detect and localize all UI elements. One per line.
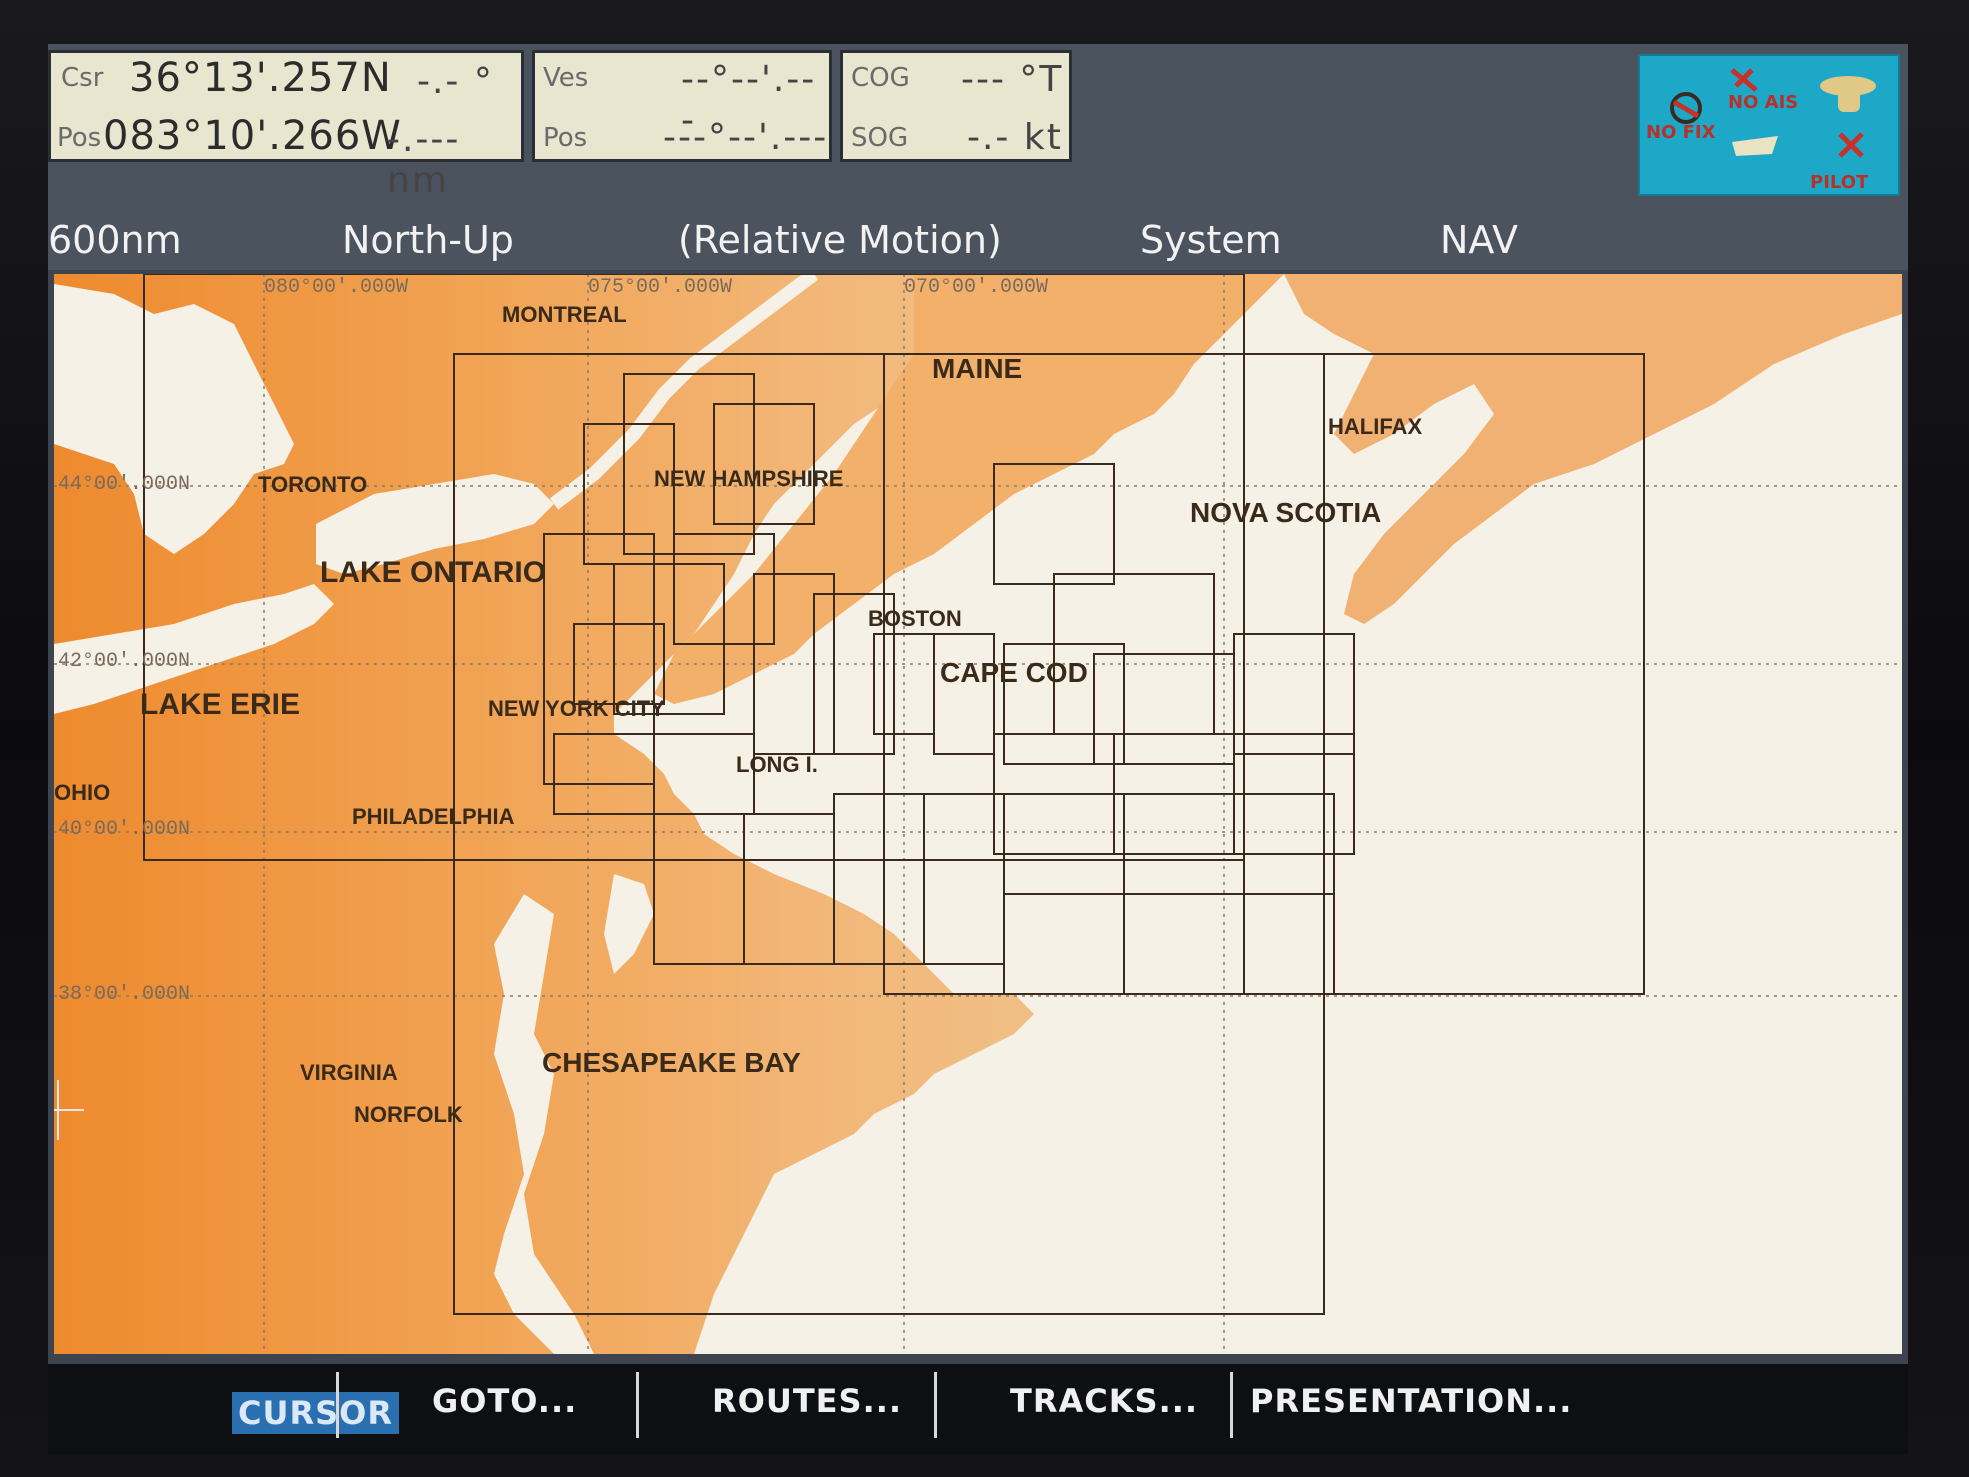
place-new-york-city: NEW YORK CITY bbox=[488, 696, 665, 721]
place-nova-scotia: NOVA SCOTIA bbox=[1190, 497, 1381, 528]
cursor-label: Csr bbox=[61, 63, 104, 93]
boat-icon bbox=[1732, 136, 1778, 156]
cursor-softkey[interactable]: CURSOR bbox=[232, 1392, 399, 1434]
lat-label-42n: 42°00'.000N bbox=[58, 650, 190, 673]
autopilot-icon bbox=[1820, 76, 1876, 112]
place-chesapeake-bay: CHESAPEAKE BAY bbox=[542, 1047, 801, 1078]
cursor-pos-label: Pos bbox=[57, 123, 102, 153]
place-long-island: LONG I. bbox=[736, 752, 818, 777]
routes-softkey[interactable]: ROUTES... bbox=[712, 1382, 902, 1420]
place-maine: MAINE bbox=[932, 353, 1022, 384]
place-new-hampshire: NEW HAMPSHIRE bbox=[654, 466, 843, 491]
place-halifax: HALIFAX bbox=[1328, 414, 1422, 439]
softkey-divider bbox=[336, 1372, 339, 1438]
pilot-label: PILOT bbox=[1810, 172, 1869, 193]
status-panel: NO FIX NO AIS PILOT bbox=[1638, 54, 1900, 196]
cursor-bearing: -.- ° bbox=[417, 61, 494, 102]
cursor-range: -.--- nm bbox=[387, 119, 461, 201]
place-philadelphia: PHILADELPHIA bbox=[352, 804, 515, 829]
place-virginia: VIRGINIA bbox=[300, 1060, 398, 1085]
lon-label-70w: 070°00'.000W bbox=[904, 276, 1048, 299]
cursor-latitude: 36°13'.257N bbox=[129, 55, 392, 101]
softkey-divider bbox=[934, 1372, 937, 1438]
place-boston: BOSTON bbox=[868, 606, 962, 631]
lat-label-44n: 44°00'.000N bbox=[58, 473, 190, 496]
place-norfolk: NORFOLK bbox=[354, 1102, 463, 1127]
chart-status-bar: 600nm North-Up (Relative Motion) System … bbox=[48, 214, 1908, 270]
pilot-off-icon bbox=[1838, 132, 1864, 158]
cursor-longitude: 083°10'.266W bbox=[103, 113, 402, 159]
orientation-indicator[interactable]: North-Up bbox=[342, 218, 514, 262]
range-indicator[interactable]: 600nm bbox=[48, 218, 182, 262]
cog-value: --- °T bbox=[961, 59, 1064, 100]
place-cape-cod: CAPE COD bbox=[940, 657, 1088, 688]
data-header: Csr 36°13'.257N -.- ° Pos 083°10'.266W -… bbox=[48, 44, 1908, 214]
softkey-divider bbox=[1230, 1372, 1233, 1438]
place-toronto: TORONTO bbox=[258, 472, 367, 497]
place-lake-erie: LAKE ERIE bbox=[140, 688, 300, 721]
chartplotter-screen: Csr 36°13'.257N -.- ° Pos 083°10'.266W -… bbox=[48, 44, 1908, 1364]
lat-label-38n: 38°00'.000N bbox=[58, 983, 190, 1006]
cursor-position-box: Csr 36°13'.257N -.- ° Pos 083°10'.266W -… bbox=[48, 50, 524, 201]
presentation-softkey[interactable]: PRESENTATION... bbox=[1250, 1382, 1572, 1420]
cog-label: COG bbox=[851, 63, 910, 93]
motion-mode-indicator[interactable]: (Relative Motion) bbox=[678, 218, 1002, 262]
nav-mode-indicator: NAV bbox=[1440, 218, 1518, 262]
goto-softkey[interactable]: GOTO... bbox=[432, 1382, 577, 1420]
ais-icon bbox=[1730, 68, 1758, 92]
vessel-position-box: Ves --°--'.--- Pos ---°--'.--- bbox=[532, 50, 832, 162]
sog-value: -.- kt bbox=[967, 117, 1063, 158]
place-ohio: OHIO bbox=[54, 780, 110, 805]
tracks-softkey[interactable]: TRACKS... bbox=[1010, 1382, 1198, 1420]
place-montreal: MONTREAL bbox=[502, 302, 627, 327]
softkey-bar: CURSOR GOTO... ROUTES... TRACKS... PRESE… bbox=[48, 1364, 1908, 1454]
nautical-chart[interactable]: 080°00'.000W 075°00'.000W 070°00'.000W 4… bbox=[54, 274, 1902, 1354]
no-fix-label: NO FIX bbox=[1646, 122, 1716, 143]
lat-label-40n: 40°00'.000N bbox=[58, 818, 190, 841]
vessel-pos-label: Pos bbox=[543, 123, 588, 153]
system-indicator: System bbox=[1140, 218, 1282, 262]
gps-fix-icon bbox=[1670, 92, 1702, 124]
vessel-label: Ves bbox=[543, 63, 589, 93]
no-ais-label: NO AIS bbox=[1728, 92, 1799, 113]
lon-label-75w: 075°00'.000W bbox=[588, 276, 732, 299]
place-lake-ontario: LAKE ONTARIO bbox=[320, 556, 546, 589]
cog-sog-box: COG --- °T SOG -.- kt bbox=[840, 50, 1072, 162]
sog-label: SOG bbox=[851, 123, 909, 153]
vessel-longitude: ---°--'.--- bbox=[663, 117, 829, 158]
softkey-divider bbox=[636, 1372, 639, 1438]
lon-label-80w: 080°00'.000W bbox=[264, 276, 408, 299]
